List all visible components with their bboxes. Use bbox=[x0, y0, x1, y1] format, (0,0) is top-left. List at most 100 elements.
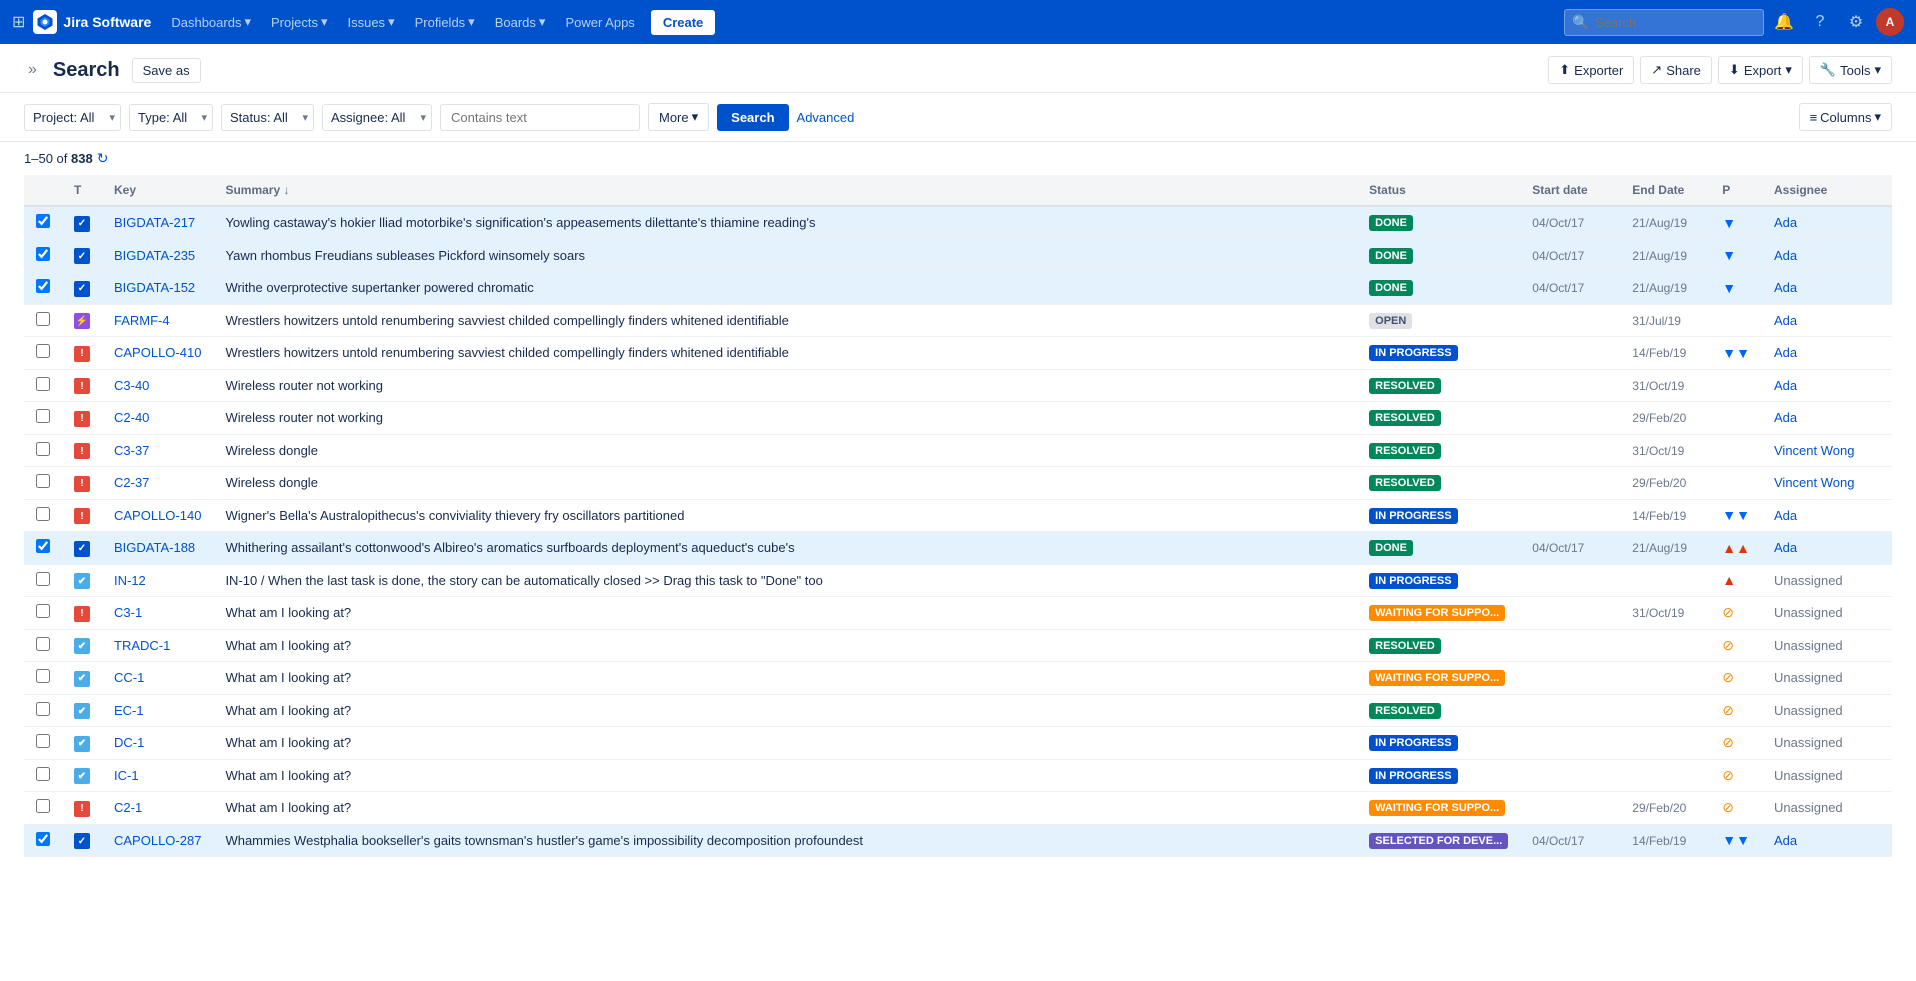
row-checkbox[interactable] bbox=[36, 572, 50, 586]
help-button[interactable]: ? bbox=[1804, 6, 1836, 38]
row-checkbox[interactable] bbox=[36, 767, 50, 781]
project-filter[interactable]: Project: All bbox=[24, 104, 121, 131]
row-checkbox[interactable] bbox=[36, 507, 50, 521]
assignee-link[interactable]: Ada bbox=[1774, 248, 1797, 263]
row-checkbox[interactable] bbox=[36, 832, 50, 846]
issue-key-link[interactable]: C2-1 bbox=[114, 800, 142, 815]
issue-key-link[interactable]: TRADC-1 bbox=[114, 638, 170, 653]
nav-issues[interactable]: Issues ▾ bbox=[339, 8, 402, 36]
nav-boards[interactable]: Boards ▾ bbox=[487, 8, 554, 36]
assignee-filter[interactable]: Assignee: All bbox=[322, 104, 432, 131]
table-row[interactable]: !C3-40Wireless router not workingRESOLVE… bbox=[24, 369, 1892, 402]
text-search-input[interactable] bbox=[440, 104, 640, 131]
nav-power-apps[interactable]: Power Apps bbox=[557, 9, 642, 36]
type-filter[interactable]: Type: All bbox=[129, 104, 213, 131]
advanced-link[interactable]: Advanced bbox=[797, 110, 855, 125]
issue-key-link[interactable]: DC-1 bbox=[114, 735, 144, 750]
notifications-button[interactable]: 🔔 bbox=[1768, 6, 1800, 38]
save-as-button[interactable]: Save as bbox=[132, 58, 201, 83]
nav-dashboards[interactable]: Dashboards ▾ bbox=[163, 8, 259, 36]
exporter-button[interactable]: ⬆ Exporter bbox=[1548, 56, 1634, 84]
assignee-link[interactable]: Ada bbox=[1774, 345, 1797, 360]
row-checkbox[interactable] bbox=[36, 279, 50, 293]
row-checkbox[interactable] bbox=[36, 344, 50, 358]
assignee-link[interactable]: Ada bbox=[1774, 833, 1797, 848]
table-row[interactable]: ✔IC-1What am I looking at?IN PROGRESS⊘Un… bbox=[24, 759, 1892, 792]
issue-key-link[interactable]: BIGDATA-152 bbox=[114, 280, 195, 295]
issue-key-link[interactable]: C3-37 bbox=[114, 443, 149, 458]
search-button[interactable]: Search bbox=[717, 104, 788, 131]
assignee-link[interactable]: Ada bbox=[1774, 280, 1797, 295]
nav-search-input[interactable] bbox=[1564, 9, 1764, 36]
issue-key-link[interactable]: IN-12 bbox=[114, 573, 146, 588]
row-checkbox[interactable] bbox=[36, 702, 50, 716]
share-button[interactable]: ↗ Share bbox=[1640, 56, 1712, 84]
table-row[interactable]: !C2-1What am I looking at?WAITING FOR SU… bbox=[24, 792, 1892, 825]
row-checkbox[interactable] bbox=[36, 799, 50, 813]
issue-key-link[interactable]: FARMF-4 bbox=[114, 313, 170, 328]
issue-key-link[interactable]: BIGDATA-217 bbox=[114, 215, 195, 230]
issue-key-link[interactable]: BIGDATA-188 bbox=[114, 540, 195, 555]
row-checkbox[interactable] bbox=[36, 604, 50, 618]
create-button[interactable]: Create bbox=[651, 10, 715, 35]
row-checkbox[interactable] bbox=[36, 442, 50, 456]
row-checkbox[interactable] bbox=[36, 247, 50, 261]
table-row[interactable]: ✓CAPOLLO-287Whammies Westphalia booksell… bbox=[24, 824, 1892, 857]
table-row[interactable]: ✔DC-1What am I looking at?IN PROGRESS⊘Un… bbox=[24, 727, 1892, 760]
table-row[interactable]: ✔EC-1What am I looking at?RESOLVED⊘Unass… bbox=[24, 694, 1892, 727]
issue-key-link[interactable]: C3-40 bbox=[114, 378, 149, 393]
assignee-link[interactable]: Vincent Wong bbox=[1774, 475, 1854, 490]
row-checkbox[interactable] bbox=[36, 539, 50, 553]
grid-icon[interactable]: ⊞ bbox=[12, 12, 25, 32]
table-row[interactable]: ✔TRADC-1What am I looking at?RESOLVED⊘Un… bbox=[24, 629, 1892, 662]
refresh-icon[interactable]: ↻ bbox=[97, 150, 109, 167]
assignee-link[interactable]: Ada bbox=[1774, 313, 1797, 328]
row-checkbox[interactable] bbox=[36, 637, 50, 651]
table-row[interactable]: ✓BIGDATA-235Yawn rhombus Freudians suble… bbox=[24, 239, 1892, 272]
more-filters-button[interactable]: More ▾ bbox=[648, 103, 709, 131]
row-checkbox[interactable] bbox=[36, 214, 50, 228]
assignee-link[interactable]: Ada bbox=[1774, 410, 1797, 425]
jira-logo[interactable]: Jira Software bbox=[33, 10, 151, 34]
table-row[interactable]: ✔CC-1What am I looking at?WAITING FOR SU… bbox=[24, 662, 1892, 695]
table-row[interactable]: !C3-37Wireless dongleRESOLVED31/Oct/19Vi… bbox=[24, 434, 1892, 467]
col-header-summary[interactable]: Summary ↓ bbox=[213, 175, 1357, 206]
user-avatar[interactable]: A bbox=[1876, 8, 1904, 36]
export-button[interactable]: ⬇ Export ▾ bbox=[1718, 56, 1803, 84]
issue-key-link[interactable]: CAPOLLO-287 bbox=[114, 833, 201, 848]
table-row[interactable]: !CAPOLLO-140Wigner's Bella's Australopit… bbox=[24, 499, 1892, 532]
issue-key-link[interactable]: EC-1 bbox=[114, 703, 144, 718]
row-checkbox[interactable] bbox=[36, 474, 50, 488]
issue-key-link[interactable]: CAPOLLO-140 bbox=[114, 508, 201, 523]
tools-button[interactable]: 🔧 Tools ▾ bbox=[1809, 56, 1892, 84]
table-row[interactable]: !C2-37Wireless dongleRESOLVED29/Feb/20Vi… bbox=[24, 467, 1892, 500]
nav-profields[interactable]: Profields ▾ bbox=[407, 8, 483, 36]
nav-projects[interactable]: Projects ▾ bbox=[263, 8, 336, 36]
table-row[interactable]: !C2-40Wireless router not workingRESOLVE… bbox=[24, 402, 1892, 435]
table-row[interactable]: !C3-1What am I looking at?WAITING FOR SU… bbox=[24, 597, 1892, 630]
settings-button[interactable]: ⚙ bbox=[1840, 6, 1872, 38]
issue-key-link[interactable]: C2-37 bbox=[114, 475, 149, 490]
issue-key-link[interactable]: BIGDATA-235 bbox=[114, 248, 195, 263]
row-checkbox[interactable] bbox=[36, 409, 50, 423]
issue-key-link[interactable]: CC-1 bbox=[114, 670, 144, 685]
table-row[interactable]: ✓BIGDATA-188Whithering assailant's cotto… bbox=[24, 532, 1892, 565]
issue-key-link[interactable]: C2-40 bbox=[114, 410, 149, 425]
row-checkbox[interactable] bbox=[36, 669, 50, 683]
issue-key-link[interactable]: C3-1 bbox=[114, 605, 142, 620]
table-row[interactable]: ✓BIGDATA-152Writhe overprotective supert… bbox=[24, 272, 1892, 305]
sidebar-toggle-button[interactable]: » bbox=[24, 57, 41, 83]
assignee-link[interactable]: Ada bbox=[1774, 540, 1797, 555]
table-row[interactable]: ⚡FARMF-4Wrestlers howitzers untold renum… bbox=[24, 304, 1892, 337]
status-filter[interactable]: Status: All bbox=[221, 104, 314, 131]
assignee-link[interactable]: Vincent Wong bbox=[1774, 443, 1854, 458]
assignee-link[interactable]: Ada bbox=[1774, 215, 1797, 230]
assignee-link[interactable]: Ada bbox=[1774, 508, 1797, 523]
columns-button[interactable]: ≡ Columns ▾ bbox=[1799, 103, 1892, 131]
table-row[interactable]: ✔IN-12IN-10 / When the last task is done… bbox=[24, 564, 1892, 597]
issue-key-link[interactable]: IC-1 bbox=[114, 768, 139, 783]
row-checkbox[interactable] bbox=[36, 377, 50, 391]
row-checkbox[interactable] bbox=[36, 312, 50, 326]
table-row[interactable]: ✓BIGDATA-217Yowling castaway's hokier ll… bbox=[24, 206, 1892, 239]
assignee-link[interactable]: Ada bbox=[1774, 378, 1797, 393]
